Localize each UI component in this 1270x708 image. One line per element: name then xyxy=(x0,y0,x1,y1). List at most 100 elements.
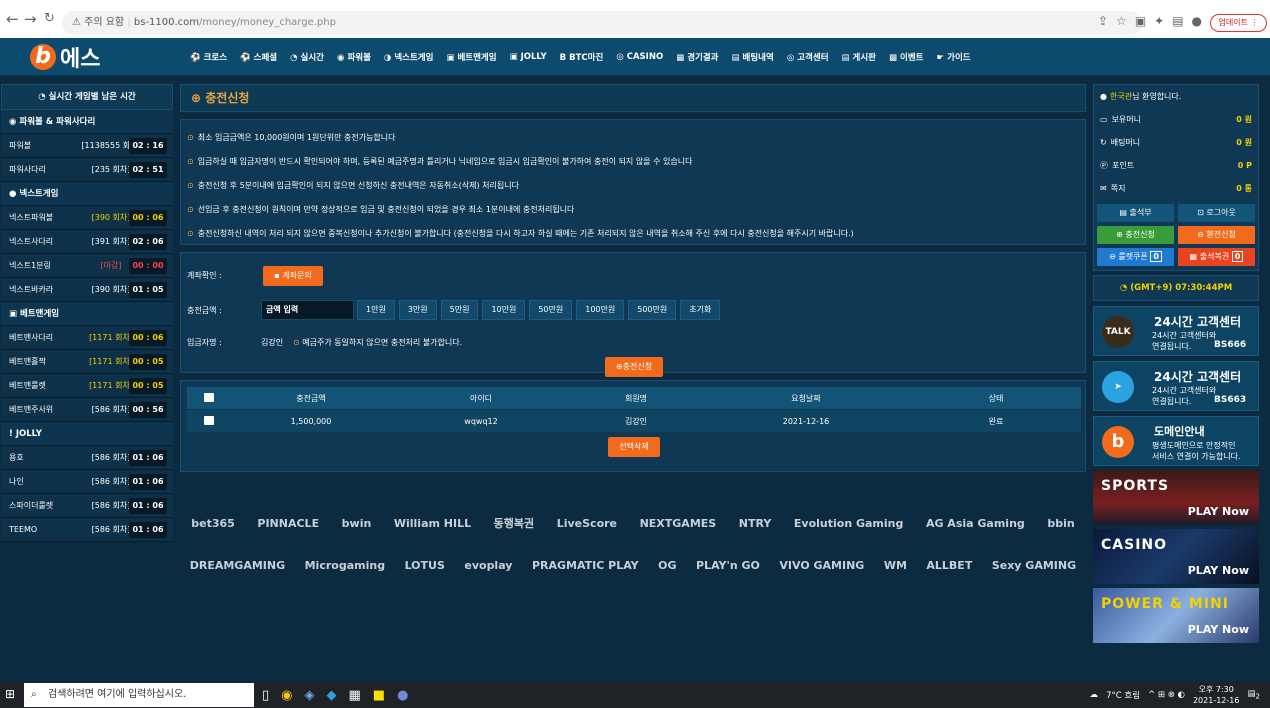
menu-icon: ⚽ xyxy=(190,53,201,63)
game-timer-row[interactable]: 스파이더룰렛 [586 회차] 01 : 06 xyxy=(1,494,173,518)
menu-item[interactable]: ▣ 베트맨게임 xyxy=(446,51,496,63)
game-timer-row[interactable]: 나인 [586 회차] 01 : 06 xyxy=(1,470,173,494)
charge-form: 계좌확인 : ▪ 계좌문의 충전금액 : 금액 입력 1만원 3만원 5만원 10만원… xyxy=(180,252,1086,377)
provider-logo: bwin xyxy=(341,516,372,530)
table-header: 충전금액 아이디 회원명 요청날짜 상태 xyxy=(187,387,1081,409)
game-timer-row[interactable]: 베트맨주사위 [586 회차] 00 : 56 xyxy=(1,398,173,422)
menu-item[interactable]: ▤ 게시판 xyxy=(842,51,877,63)
charge-request-button[interactable]: ⊕ 충전신청 xyxy=(1097,226,1174,244)
menu-item[interactable]: ▣ JOLLY xyxy=(510,52,547,62)
logout-button[interactable]: ⊡ 로그아웃 xyxy=(1178,204,1255,222)
menu-item[interactable]: ◑ 넥스트게임 xyxy=(384,51,434,63)
account-inquiry-button[interactable]: ▪ 계좌문의 xyxy=(263,266,323,286)
menu-item[interactable]: B BTC마진 xyxy=(560,51,604,63)
menu-item[interactable]: ◉ 파워볼 xyxy=(337,51,371,63)
browser-toolbar-icons[interactable]: ⇪☆▣✦▤● xyxy=(1098,14,1210,28)
game-timer-row[interactable]: 파워볼 [1138555 회차] 02 : 16 xyxy=(1,134,173,158)
reload-icon[interactable]: ↻ xyxy=(44,11,55,26)
game-timer-row[interactable]: 파워사다리 [235 회차] 02 : 51 xyxy=(1,158,173,182)
menu-item[interactable]: ☛ 가이드 xyxy=(937,51,971,63)
amount-input[interactable]: 금액 입력 xyxy=(261,300,354,320)
amount-button[interactable]: 3만원 xyxy=(398,300,437,320)
menu-item[interactable]: ◎ CASINO xyxy=(616,52,663,62)
left-panel-header: ◔ 실시간 게임별 남은 시간 xyxy=(1,84,173,110)
promo-banner[interactable]: SPORTS PLAY Now xyxy=(1093,470,1259,525)
game-timer-row[interactable]: 넥스트파워볼 [390 회차] 00 : 06 xyxy=(1,206,173,230)
amount-button[interactable]: 500만원 xyxy=(628,300,677,320)
provider-logo: bbin xyxy=(1047,516,1075,530)
telegram-taskbar-icon[interactable]: ◆ xyxy=(327,688,337,703)
game-timer-row[interactable]: 넥스트바카라 [390 회차] 01 : 05 xyxy=(1,278,173,302)
weather-text[interactable]: 7°C 흐림 xyxy=(1106,689,1140,701)
notice-icon: ⊙ xyxy=(187,133,194,142)
amount-button[interactable]: 100만원 xyxy=(576,300,625,320)
menu-item[interactable]: ◎ 고객센터 xyxy=(787,51,829,63)
update-button[interactable]: 업데이트 ⋮ xyxy=(1210,14,1267,32)
discord-icon[interactable]: ● xyxy=(397,688,408,703)
amount-button[interactable]: 초기화 xyxy=(680,300,721,320)
attendance-lottery-button[interactable]: ▦ 출석복권 0 xyxy=(1178,248,1255,266)
roulette-coupon-button[interactable]: ⊖ 룰렛쿠폰 0 xyxy=(1097,248,1174,266)
game-timer-row[interactable]: 베트맨홀짝 [1171 회차] 00 : 05 xyxy=(1,350,173,374)
site-logo[interactable]: b 에스 xyxy=(30,41,100,73)
welcome-suffix: 님 환영합니다. xyxy=(1132,92,1182,101)
game-timer-row[interactable]: 베트맨룰렛 [1171 회차] 00 : 05 xyxy=(1,374,173,398)
game-timer-row[interactable]: 넥스트1분링 [마감] 00 : 00 xyxy=(1,254,173,278)
chrome-icon[interactable]: ◉ xyxy=(281,688,292,703)
kakao-taskbar-icon[interactable]: ■ xyxy=(373,688,385,703)
tray-icons[interactable]: ^ ⊞ ⊗ ◐ xyxy=(1148,690,1185,700)
windows-start-icon[interactable]: ⊞ xyxy=(5,687,15,701)
cs-kakao-card[interactable]: TALK 24시간 고객센터 24시간 고객센터와 연결됩니다. BS666 xyxy=(1093,306,1259,356)
amount-button[interactable]: 5만원 xyxy=(440,300,479,320)
game-section-header: ▣ 베트맨게임 xyxy=(1,302,173,326)
exchange-request-button[interactable]: ⊖ 환전신청 xyxy=(1178,226,1255,244)
warning-icon: ⚠ xyxy=(72,17,81,28)
domain-info-card[interactable]: b 도메인안내 평생도메인으로 안정적인 서비스 연결이 가능합니다. xyxy=(1093,416,1259,466)
promo-banner[interactable]: POWER & MINI PLAY Now xyxy=(1093,588,1259,643)
depositor-name: 김강인 xyxy=(261,338,284,347)
provider-logo: ALLBET xyxy=(926,558,973,572)
delete-selected-button[interactable]: 선택삭제 xyxy=(608,437,660,457)
calculator-icon[interactable]: ▦ xyxy=(349,688,361,703)
notification-icon[interactable]: ▤2 xyxy=(1247,689,1260,701)
game-timer-row[interactable]: TEEMO [586 회차] 01 : 06 xyxy=(1,518,173,542)
game-time: 00 : 05 xyxy=(129,377,167,394)
domain-logo-icon: b xyxy=(1102,426,1134,458)
game-time: 00 : 05 xyxy=(129,353,167,370)
submit-charge-button[interactable]: ⊕충전신청 xyxy=(605,357,663,377)
game-timer-row[interactable]: 넥스트사다리 [391 회차] 02 : 06 xyxy=(1,230,173,254)
menu-item[interactable]: ⚽ 크로스 xyxy=(190,51,227,63)
address-bar[interactable]: ⚠ 주의 요함 | bs-1100.com/money/money_charge… xyxy=(62,11,1142,35)
task-view-icon[interactable]: ▯ xyxy=(262,688,269,703)
app-icon-1[interactable]: ◈ xyxy=(305,688,315,703)
promo-banner[interactable]: CASINO PLAY Now xyxy=(1093,529,1259,584)
select-all-checkbox[interactable] xyxy=(204,392,214,402)
taskbar-search[interactable]: ⌕ 검색하려면 여기에 입력하십시오. xyxy=(24,683,254,707)
cs1-desc: 24시간 고객센터와 연결됩니다. xyxy=(1152,331,1217,351)
weather-icon: ☁ xyxy=(1089,690,1099,700)
amount-button[interactable]: 1만원 xyxy=(357,300,395,320)
amount-button[interactable]: 50만원 xyxy=(529,300,573,320)
menu-item[interactable]: ▤ 배팅내역 xyxy=(732,51,774,63)
game-time: 00 : 00 xyxy=(129,257,167,274)
menu-item[interactable]: ▦ 경기결과 xyxy=(676,51,718,63)
clock-date[interactable]: 오후 7:30 2021-12-16 xyxy=(1193,684,1240,706)
menu-item[interactable]: ◔ 실시간 xyxy=(290,51,324,63)
banner-title: POWER & MINI xyxy=(1101,596,1229,612)
amount-button[interactable]: 10만원 xyxy=(482,300,526,320)
game-timer-row[interactable]: 용호 [586 회차] 01 : 06 xyxy=(1,446,173,470)
provider-logo: WM xyxy=(883,558,907,572)
banner-play: PLAY Now xyxy=(1187,564,1249,577)
back-icon[interactable]: ← xyxy=(6,10,19,28)
provider-logo: NTRY xyxy=(738,516,772,530)
cs-telegram-card[interactable]: ➤ 24시간 고객센터 24시간 고객센터와 연결됩니다. BS663 xyxy=(1093,361,1259,411)
menu-item[interactable]: ▩ 이벤트 xyxy=(889,51,924,63)
game-timer-row[interactable]: 베트맨사다리 [1171 회차] 00 : 06 xyxy=(1,326,173,350)
cell-amount: 1,500,000 xyxy=(290,416,332,426)
menu-item[interactable]: ⚽ 스페셜 xyxy=(240,51,277,63)
game-time: 00 : 56 xyxy=(129,401,167,418)
forward-icon[interactable]: → xyxy=(24,10,37,28)
row-checkbox[interactable] xyxy=(204,415,214,425)
attendance-button[interactable]: ▤ 출석부 xyxy=(1097,204,1174,222)
game-time: 02 : 16 xyxy=(129,137,167,154)
